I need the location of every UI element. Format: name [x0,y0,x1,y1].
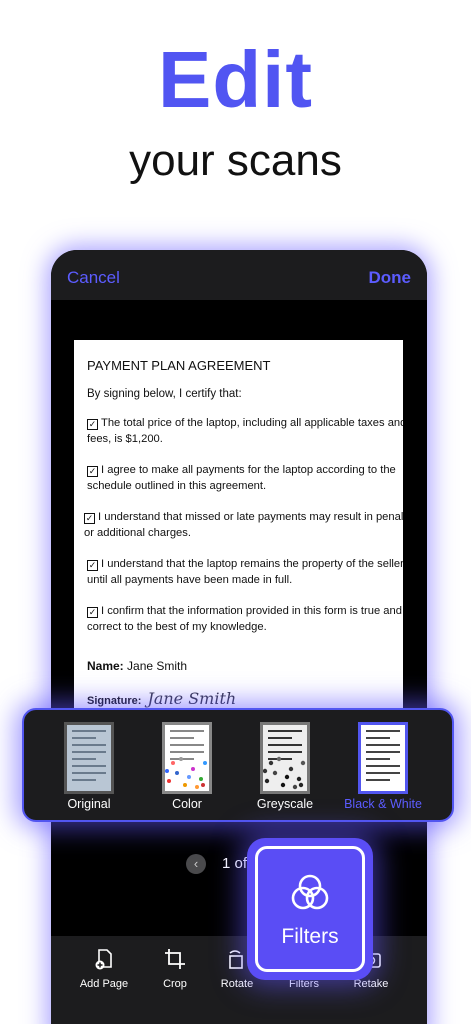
checkbox-icon: ✓ [87,419,98,430]
document-name-line: Name: Jane Smith [87,659,188,673]
filters-icon [291,874,329,910]
scanned-document: PAYMENT PLAN AGREEMENT By signing below,… [74,340,403,730]
crop-button[interactable]: Crop [140,948,210,990]
document-title: PAYMENT PLAN AGREEMENT [87,358,271,373]
checkbox-icon: ✓ [84,513,95,524]
filters-button[interactable]: Filters [247,838,373,980]
chevron-left-icon[interactable]: ‹ [186,854,206,874]
document-checklist-item: ✓ I agree to make all payments for the la… [87,464,396,492]
filter-label-black-white[interactable]: Black & White [333,797,433,811]
document-signature-line: Signature: Jane Smith [87,689,237,708]
filter-color-thumbnail[interactable] [162,722,212,794]
checkbox-icon: ✓ [87,607,98,618]
done-button[interactable]: Done [369,268,412,288]
crop-icon [165,949,185,969]
add-page-icon [95,949,112,970]
filters-button-label: Filters [281,925,339,948]
cancel-button[interactable]: Cancel [67,268,120,288]
top-navigation-bar: Cancel Done [51,250,427,300]
filter-label-color[interactable]: Color [137,797,237,811]
filter-greyscale-thumbnail[interactable] [260,722,310,794]
document-intro: By signing below, I certify that: [87,388,242,400]
document-checklist-item: ✓ The total price of the laptop, includin… [87,417,403,445]
headline: Edit [157,35,314,124]
filter-label-original[interactable]: Original [39,797,139,811]
color-noise [165,757,207,789]
subheadline: your scans [129,136,342,185]
rotate-icon [229,950,243,969]
filter-black-white-thumbnail[interactable] [358,722,408,794]
filter-label-greyscale[interactable]: Greyscale [235,797,335,811]
document-checklist-item: ✓ I understand that missed or late paymen… [84,511,403,539]
signature: Jane Smith [147,689,237,708]
checkbox-icon: ✓ [87,466,98,477]
filter-original-thumbnail[interactable] [64,722,114,794]
checkbox-icon: ✓ [87,560,98,571]
document-checklist-item: ✓ I confirm that the information provided… [87,605,402,633]
filters-button-frame: Filters [255,846,365,972]
page-counter: 1 of [222,855,248,872]
filters-strip: Original Color Greyscale Black & White [22,708,454,822]
greyscale-noise [263,756,306,790]
document-checklist-item: ✓ I understand that the laptop remains th… [87,558,403,586]
add-page-button[interactable]: Add Page [69,948,139,990]
